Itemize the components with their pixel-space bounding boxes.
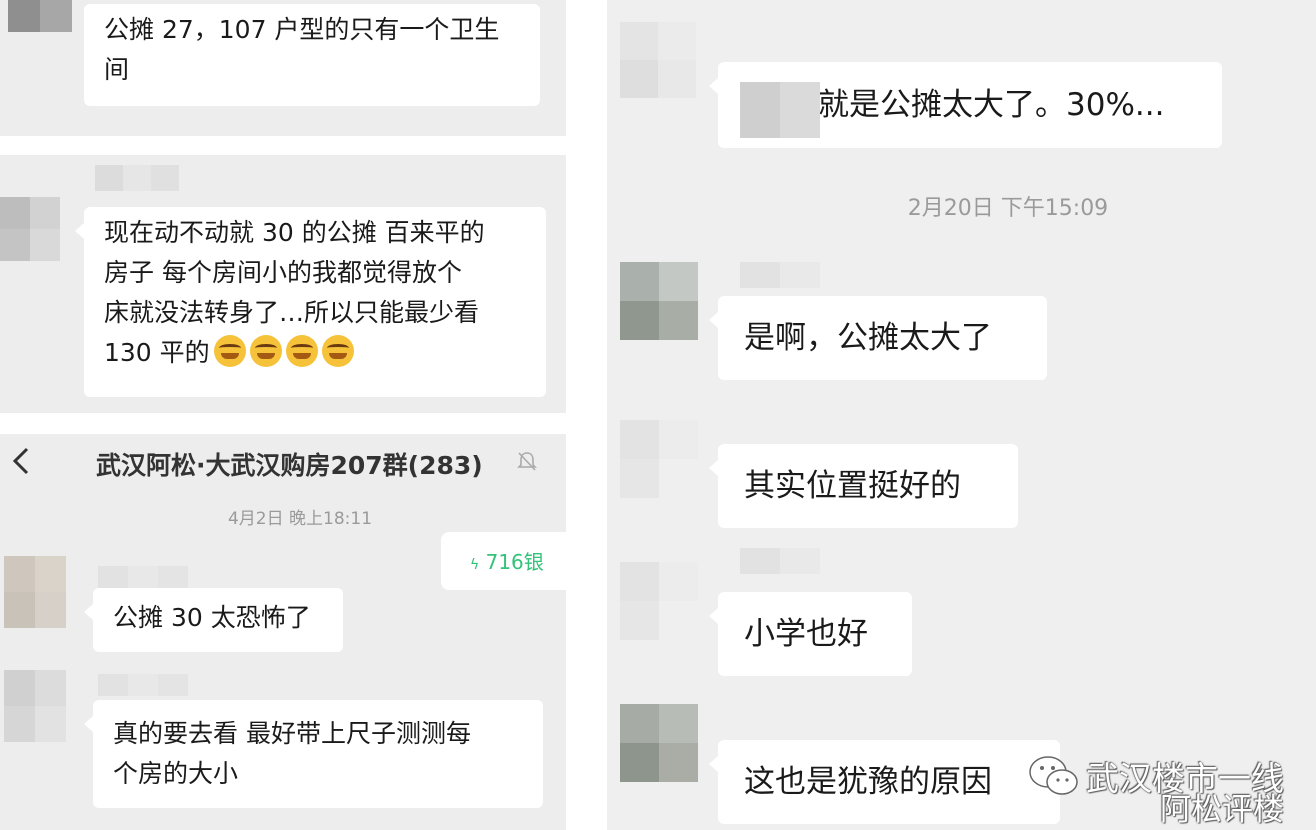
message-line: 间 [104, 55, 130, 84]
message-timestamp: 4月2日 晚上18:11 [227, 509, 373, 529]
blurred-avatar [8, 0, 72, 32]
lightning-icon: ϟ [470, 557, 480, 573]
blurred-sender-name [740, 82, 820, 138]
message-line: 真的要去看 最好带上尺子测测每 [113, 719, 471, 748]
blurred-sender-name [95, 165, 179, 191]
blurred-avatar [620, 262, 698, 340]
blurred-sender-name [98, 566, 188, 588]
blurred-sender-name [740, 548, 820, 574]
message-timestamp: 2月20日 下午15:09 [907, 196, 1109, 221]
message-bubble: 公摊 30 太恐怖了 [84, 588, 343, 652]
message-line: 公摊 27，107 户型的只有一个卫生 [104, 15, 500, 44]
chat-screenshot-2: 现在动不动就 30 的公摊 百来平的 房子 每个房间小的我都觉得放个 床就没法转… [0, 155, 566, 413]
blurred-avatar [0, 197, 60, 261]
own-message-label: 716银 [485, 550, 544, 574]
message-line: 其实位置挺好的 [744, 468, 961, 504]
watermark-line-2: 阿松评楼 [1160, 792, 1284, 828]
crying-emoji-icon [249, 335, 282, 367]
message-bubble: 现在动不动就 30 的公摊 百来平的 房子 每个房间小的我都觉得放个 床就没法转… [75, 207, 546, 397]
message-line: 小学也好 [744, 616, 868, 652]
message-line: 公摊 30 太恐怖了 [113, 603, 311, 632]
blurred-sender-name [740, 262, 820, 288]
blurred-avatar [620, 562, 698, 640]
message-bubble: 这也是犹豫的原因 [709, 740, 1060, 824]
message-bubble: 真的要去看 最好带上尺子测测每 个房的大小 [84, 700, 543, 808]
message-line: 房子 每个房间小的我都觉得放个 [104, 258, 462, 287]
group-chat-title: 武汉阿松·大武汉购房207群(283) [96, 451, 483, 480]
crying-emoji-icon [285, 335, 318, 367]
blurred-avatar [4, 556, 66, 628]
message-line: 这也是犹豫的原因 [744, 764, 992, 800]
blurred-avatar [620, 704, 698, 782]
message-line: 现在动不动就 30 的公摊 百来平的 [104, 218, 485, 247]
wechat-logo-icon [1029, 756, 1078, 795]
blurred-avatar [4, 670, 66, 742]
message-line: 个房的大小 [113, 759, 239, 788]
bell-muted-icon [517, 452, 537, 471]
blurred-avatar [620, 22, 696, 98]
message-line: 床就没法转身了…所以只能最少看 [104, 298, 480, 327]
chat-screenshot-1: 公摊 27，107 户型的只有一个卫生 间 [0, 0, 566, 136]
message-line: 就是公摊太大了。30%... [818, 87, 1165, 123]
message-bubble: 其实位置挺好的 [709, 444, 1018, 528]
message-bubble: 是啊，公摊太大了 [709, 296, 1047, 380]
message-line: 是啊，公摊太大了 [744, 320, 992, 356]
chevron-left-icon[interactable] [12, 446, 30, 476]
crying-emoji-icon [321, 335, 354, 367]
blurred-avatar [620, 420, 698, 498]
message-bubble: 小学也好 [709, 592, 912, 676]
message-line: 130 平的 [104, 338, 210, 367]
crying-emoji-icon [213, 335, 246, 367]
message-bubble: 公摊 27，107 户型的只有一个卫生 间 [84, 4, 540, 106]
blurred-sender-name [98, 674, 188, 696]
own-message-text: ϟ 716银 [470, 546, 544, 575]
